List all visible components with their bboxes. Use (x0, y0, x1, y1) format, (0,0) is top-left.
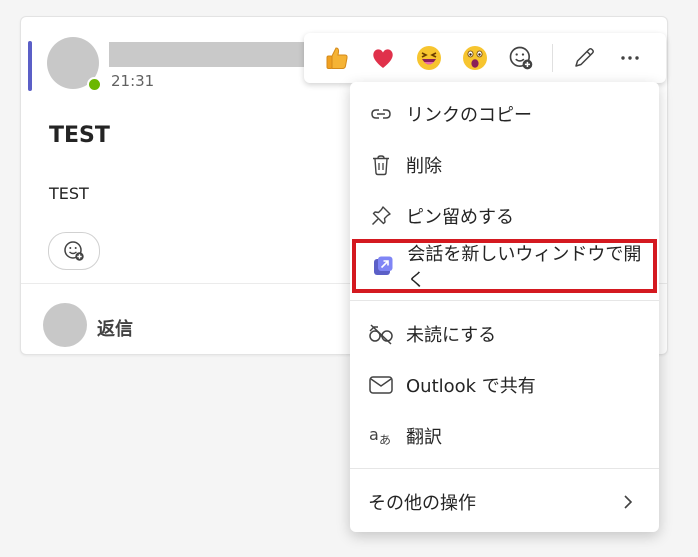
reply-avatar (43, 303, 87, 347)
chevron-right-icon (619, 492, 637, 517)
pencil-icon (575, 48, 594, 67)
emoji-add-icon (509, 46, 533, 70)
reaction-bar (304, 33, 666, 83)
pin-icon (368, 203, 394, 229)
menu-item-delete[interactable]: 削除 (350, 145, 659, 185)
thumbs-up-icon (326, 47, 348, 69)
message-body: TEST (49, 184, 89, 203)
reply-button[interactable]: 返信 (97, 315, 133, 341)
message-time: 21:31 (111, 72, 155, 90)
svg-text:あ: あ (379, 433, 391, 447)
menu-item-copy-link[interactable]: リンクのコピー (350, 94, 659, 134)
laughing-face-icon (417, 46, 441, 70)
more-horizontal-icon (621, 56, 639, 60)
menu-item-mark-unread[interactable]: 未読にする (350, 314, 659, 354)
menu-item-translate[interactable]: a あ 翻訳 (350, 416, 659, 456)
menu-item-label: Outlook で共有 (406, 376, 536, 397)
heart-icon (373, 49, 393, 68)
message-accent-bar (28, 41, 32, 91)
menu-divider (350, 300, 659, 301)
unread-icon (368, 321, 394, 347)
reaction-like-button[interactable] (314, 36, 360, 80)
menu-item-more-actions[interactable]: その他の操作 (350, 482, 659, 522)
menu-item-open-in-new-window[interactable]: 会話を新しいウィンドウで開く (352, 239, 657, 293)
menu-item-share-outlook[interactable]: Outlook で共有 (350, 365, 659, 405)
menu-divider (350, 468, 659, 469)
link-icon (368, 101, 394, 127)
menu-item-label: リンクのコピー (406, 105, 532, 126)
menu-item-label: 削除 (406, 156, 442, 177)
menu-item-label: ピン留めする (406, 207, 514, 228)
message-subject: TEST (49, 123, 110, 148)
emoji-add-icon (64, 241, 84, 261)
menu-item-label: 会話を新しいウィンドウで開く (407, 244, 642, 291)
sender-name-redacted (109, 42, 309, 67)
menu-item-label: 翻訳 (406, 427, 442, 448)
reaction-bar-divider (552, 44, 553, 72)
menu-item-label: その他の操作 (368, 493, 476, 514)
context-menu: リンクのコピー 削除 ピン留めする 会話を新しいウィンドウで開く 未読にする O… (350, 82, 659, 532)
reaction-surprised-button[interactable] (452, 36, 498, 80)
translate-icon: a あ (368, 423, 394, 449)
edit-button[interactable] (561, 36, 607, 80)
menu-item-label: 未読にする (406, 325, 497, 346)
add-reaction-button[interactable] (48, 232, 100, 270)
svg-text:a: a (369, 425, 379, 444)
popout-icon (370, 253, 395, 279)
more-options-button[interactable] (607, 36, 653, 80)
presence-status-icon (87, 77, 102, 92)
menu-item-pin[interactable]: ピン留めする (350, 196, 659, 236)
reaction-laugh-button[interactable] (406, 36, 452, 80)
reaction-heart-button[interactable] (360, 36, 406, 80)
surprised-face-icon (463, 46, 487, 70)
more-reactions-button[interactable] (498, 36, 544, 80)
trash-icon (368, 152, 394, 178)
mail-icon (368, 372, 394, 398)
